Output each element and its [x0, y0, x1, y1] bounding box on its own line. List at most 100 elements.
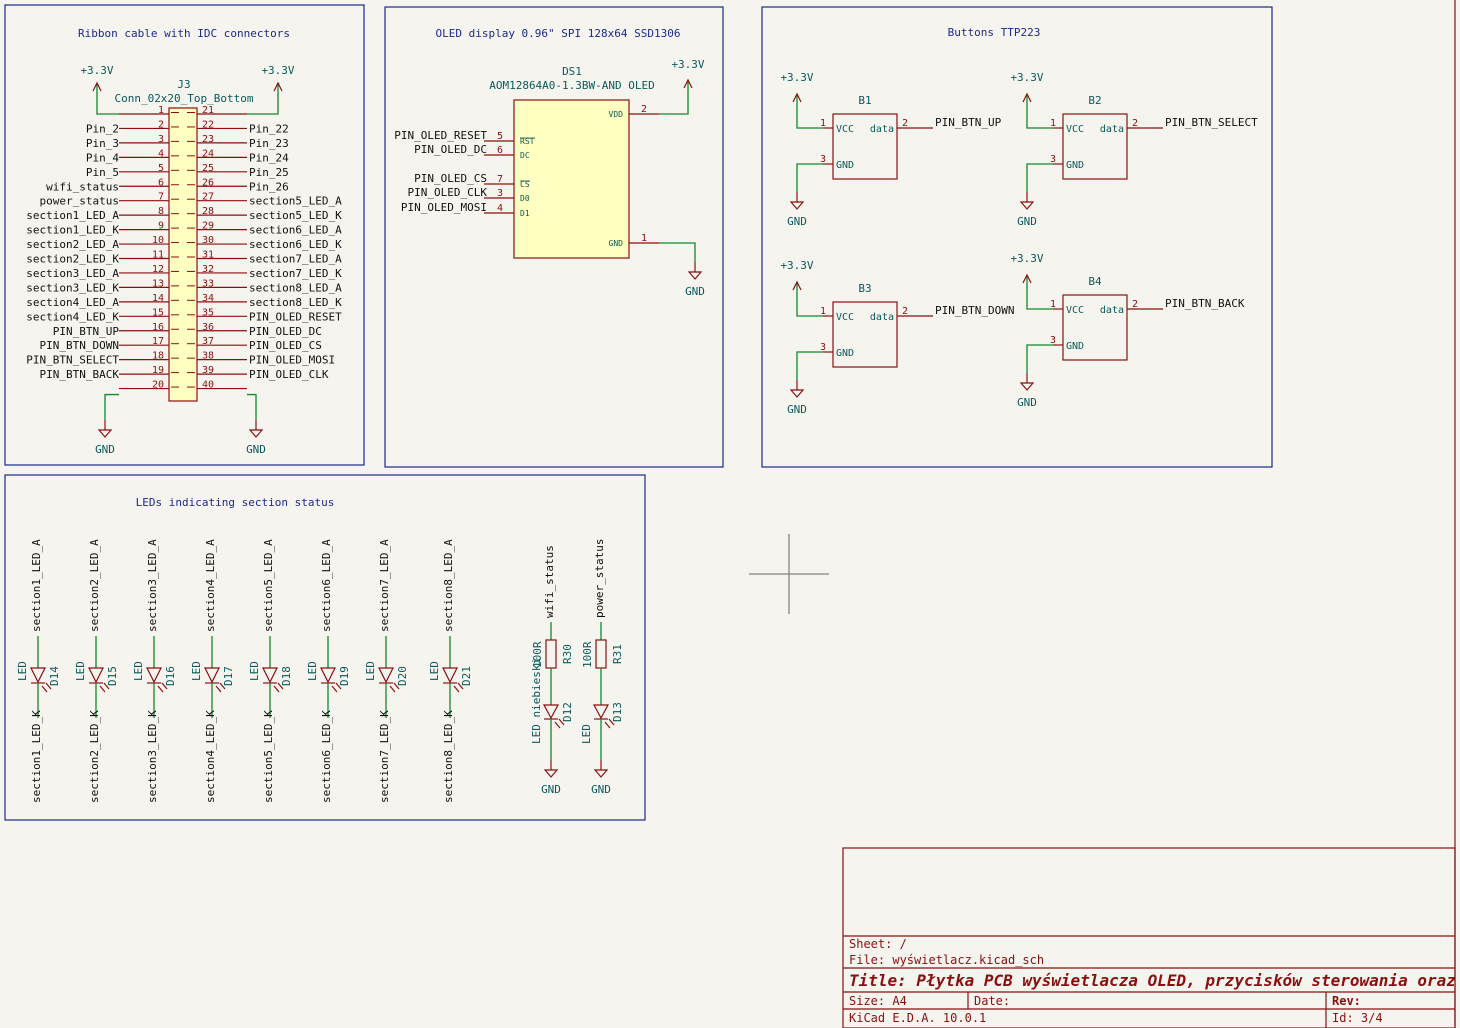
led-value: LED	[190, 661, 203, 681]
j3-left-net-label[interactable]: PIN_BTN_DOWN	[40, 339, 119, 352]
led-anode-net-label[interactable]: section6_LED_A	[320, 539, 333, 632]
j3-right-net-label[interactable]: PIN_OLED_DC	[249, 325, 322, 338]
led-cathode-net-label[interactable]: section4_LED_K	[204, 710, 217, 803]
led-d21[interactable]: section8_LED_A D21 LED section8_LED_K	[428, 539, 473, 803]
j3-pin-number: 32	[202, 264, 214, 275]
schematic-canvas[interactable]: Ribbon cable with IDC connectors OLED di…	[0, 0, 1460, 1028]
j3-right-net-label[interactable]: section7_LED_K	[249, 267, 342, 280]
j3-right-net-label[interactable]: section8_LED_A	[249, 281, 342, 294]
j3-right-net-label[interactable]: PIN_OLED_RESET	[249, 310, 342, 323]
led-cathode-net-label[interactable]: section1_LED_K	[30, 710, 43, 803]
ds1-net-label[interactable]: PIN_OLED_RESET	[394, 129, 487, 142]
status-net-label[interactable]: power_status	[593, 539, 606, 618]
led-d19[interactable]: section6_LED_A D19 LED section6_LED_K	[306, 539, 351, 803]
j3-pin-number: 18	[152, 351, 164, 362]
j3-right-net-label[interactable]: PIN_OLED_MOSI	[249, 354, 335, 367]
led-anode-net-label[interactable]: section2_LED_A	[88, 539, 101, 632]
led-d18[interactable]: section5_LED_A D18 LED section5_LED_K	[248, 539, 293, 803]
j3-right-net-label[interactable]: Pin_26	[249, 180, 289, 193]
j3-right-net-label[interactable]: PIN_OLED_CS	[249, 339, 322, 352]
led-cathode-net-label[interactable]: section6_LED_K	[320, 710, 333, 803]
j3-right-net-label[interactable]: Pin_23	[249, 137, 289, 150]
ds1-net-label[interactable]: PIN_OLED_CLK	[408, 186, 488, 199]
j3-right-net-label[interactable]: section5_LED_A	[249, 195, 342, 208]
led-cathode-net-label[interactable]: section3_LED_K	[146, 710, 159, 803]
vcc-label: +3.3V	[1010, 71, 1043, 84]
j3-right-net-label[interactable]: Pin_22	[249, 122, 289, 135]
button-net-label[interactable]: PIN_BTN_SELECT	[1165, 116, 1258, 129]
j3-right-net-label[interactable]: section6_LED_K	[249, 238, 342, 251]
j3-left-net-label[interactable]: section3_LED_A	[26, 267, 119, 280]
j3-left-net-label[interactable]: section3_LED_K	[26, 281, 119, 294]
button-net-label[interactable]: PIN_BTN_BACK	[1165, 297, 1245, 310]
status-led-d13[interactable]: power_status R31 100R D13 LED GND	[580, 539, 624, 796]
ds1-pin-number: 1	[641, 233, 647, 244]
led-anode-net-label[interactable]: section1_LED_A	[30, 539, 43, 632]
ds1-net-label[interactable]: PIN_OLED_CS	[414, 172, 487, 185]
led-anode-net-label[interactable]: section3_LED_A	[146, 539, 159, 632]
connector-j3[interactable]: J3Conn_02x20_Top_Bottom1 212 22Pin_2 Pin_22…	[26, 64, 342, 456]
j3-left-net-label[interactable]: PIN_BTN_SELECT	[26, 354, 119, 367]
status-led-d12[interactable]: wifi_statusR30100RD12LED niebieskiGND	[530, 545, 574, 796]
j3-right-net-label[interactable]: Pin_24	[249, 151, 289, 164]
button-net-label[interactable]: PIN_BTN_DOWN	[935, 304, 1014, 317]
led-cathode-net-label[interactable]: section7_LED_K	[378, 710, 391, 803]
wire	[796, 163, 823, 192]
j3-right-net-label[interactable]: section6_LED_A	[249, 224, 342, 237]
led-d16[interactable]: section3_LED_A D16 LED section3_LED_K	[132, 539, 177, 803]
ds1-net-label[interactable]: PIN_OLED_MOSI	[401, 201, 487, 214]
j3-left-net-label[interactable]: section1_LED_K	[26, 224, 119, 237]
j3-left-net-label[interactable]: power_status	[40, 195, 119, 208]
led-anode-net-label[interactable]: section7_LED_A	[378, 539, 391, 632]
button-b4[interactable]: B4132VCCGNDdataPIN_BTN_BACK+3.3VGND	[1010, 252, 1244, 409]
j3-left-net-label[interactable]: Pin_4	[86, 151, 119, 164]
j3-left-net-label[interactable]: PIN_BTN_BACK	[40, 368, 120, 381]
ds1-net-label[interactable]: PIN_OLED_DC	[414, 143, 487, 156]
oled-display-ds1[interactable]: DS1AOM12864A0-1.3BW-AND OLED PIN_OLED_RES…	[394, 58, 705, 298]
j3-left-net-label[interactable]: section2_LED_A	[26, 238, 119, 251]
led-anode-net-label[interactable]: section4_LED_A	[204, 539, 217, 632]
j3-left-net-label[interactable]: section1_LED_A	[26, 209, 119, 222]
j3-left-net-label[interactable]: section4_LED_K	[26, 310, 119, 323]
button-net-label[interactable]: PIN_BTN_UP	[935, 116, 1002, 129]
j3-right-net-label[interactable]: section8_LED_K	[249, 296, 342, 309]
j3-left-net-label[interactable]: Pin_5	[86, 166, 119, 179]
j3-pin-number: 5	[158, 163, 164, 174]
led-anode-net-label[interactable]: section8_LED_A	[442, 539, 455, 632]
led-cathode-net-label[interactable]: section8_LED_K	[442, 710, 455, 803]
button-b2[interactable]: B2132VCCGNDdataPIN_BTN_SELECT+3.3VGND	[1010, 71, 1258, 228]
j3-right-net-label[interactable]: PIN_OLED_CLK	[249, 368, 329, 381]
j3-right-net-label[interactable]: section5_LED_K	[249, 209, 342, 222]
j3-left-net-label[interactable]: section4_LED_A	[26, 296, 119, 309]
led-cathode-net-label[interactable]: section2_LED_K	[88, 710, 101, 803]
button-b3[interactable]: B3132VCCGNDdataPIN_BTN_DOWN+3.3VGND	[780, 259, 1014, 416]
j3-right-net-label[interactable]: Pin_25	[249, 166, 289, 179]
led-d14[interactable]: section1_LED_A D14 LED section1_LED_K	[16, 539, 61, 803]
buttons-group[interactable]: B1132VCCGNDdataPIN_BTN_UP+3.3VGNDB2132VC…	[780, 71, 1258, 416]
j3-pin-number: 8	[158, 206, 164, 217]
status-net-label[interactable]: wifi_status	[543, 545, 556, 618]
button-b1[interactable]: B1132VCCGNDdataPIN_BTN_UP+3.3VGND	[780, 71, 1001, 228]
ds1-pin-name: GND	[609, 239, 624, 248]
j3-pin-number: 9	[158, 221, 164, 232]
led-d20[interactable]: section7_LED_A D20 LED section7_LED_K	[364, 539, 409, 803]
led-emission-icon	[554, 721, 561, 729]
led-d17[interactable]: section4_LED_A D17 LED section4_LED_K	[190, 539, 235, 803]
tb-size: Size: A4	[849, 994, 907, 1008]
j3-pin-number: 23	[202, 134, 214, 145]
led-ref: D16	[164, 666, 177, 686]
led-d15[interactable]: section2_LED_A D15 LED section2_LED_K	[74, 539, 119, 803]
gnd-icon	[97, 429, 113, 438]
led-anode-net-label[interactable]: section5_LED_A	[262, 539, 275, 632]
j3-left-net-label[interactable]: Pin_2	[86, 122, 119, 135]
leds-group[interactable]: section1_LED_AD14LEDsection1_LED_Ksectio…	[16, 539, 473, 803]
j3-left-net-label[interactable]: wifi_status	[46, 180, 119, 193]
j3-right-net-label[interactable]: section7_LED_A	[249, 253, 342, 266]
j3-left-net-label[interactable]: section2_LED_K	[26, 253, 119, 266]
led-cathode-net-label[interactable]: section5_LED_K	[262, 710, 275, 803]
j3-body	[168, 107, 198, 402]
j3-left-net-label[interactable]: Pin_3	[86, 137, 119, 150]
status-leds-group[interactable]: wifi_statusR30100RD12LED niebieskiGNDpow…	[530, 539, 624, 796]
j3-left-net-label[interactable]: PIN_BTN_UP	[53, 325, 120, 338]
diode-icon	[442, 667, 458, 684]
